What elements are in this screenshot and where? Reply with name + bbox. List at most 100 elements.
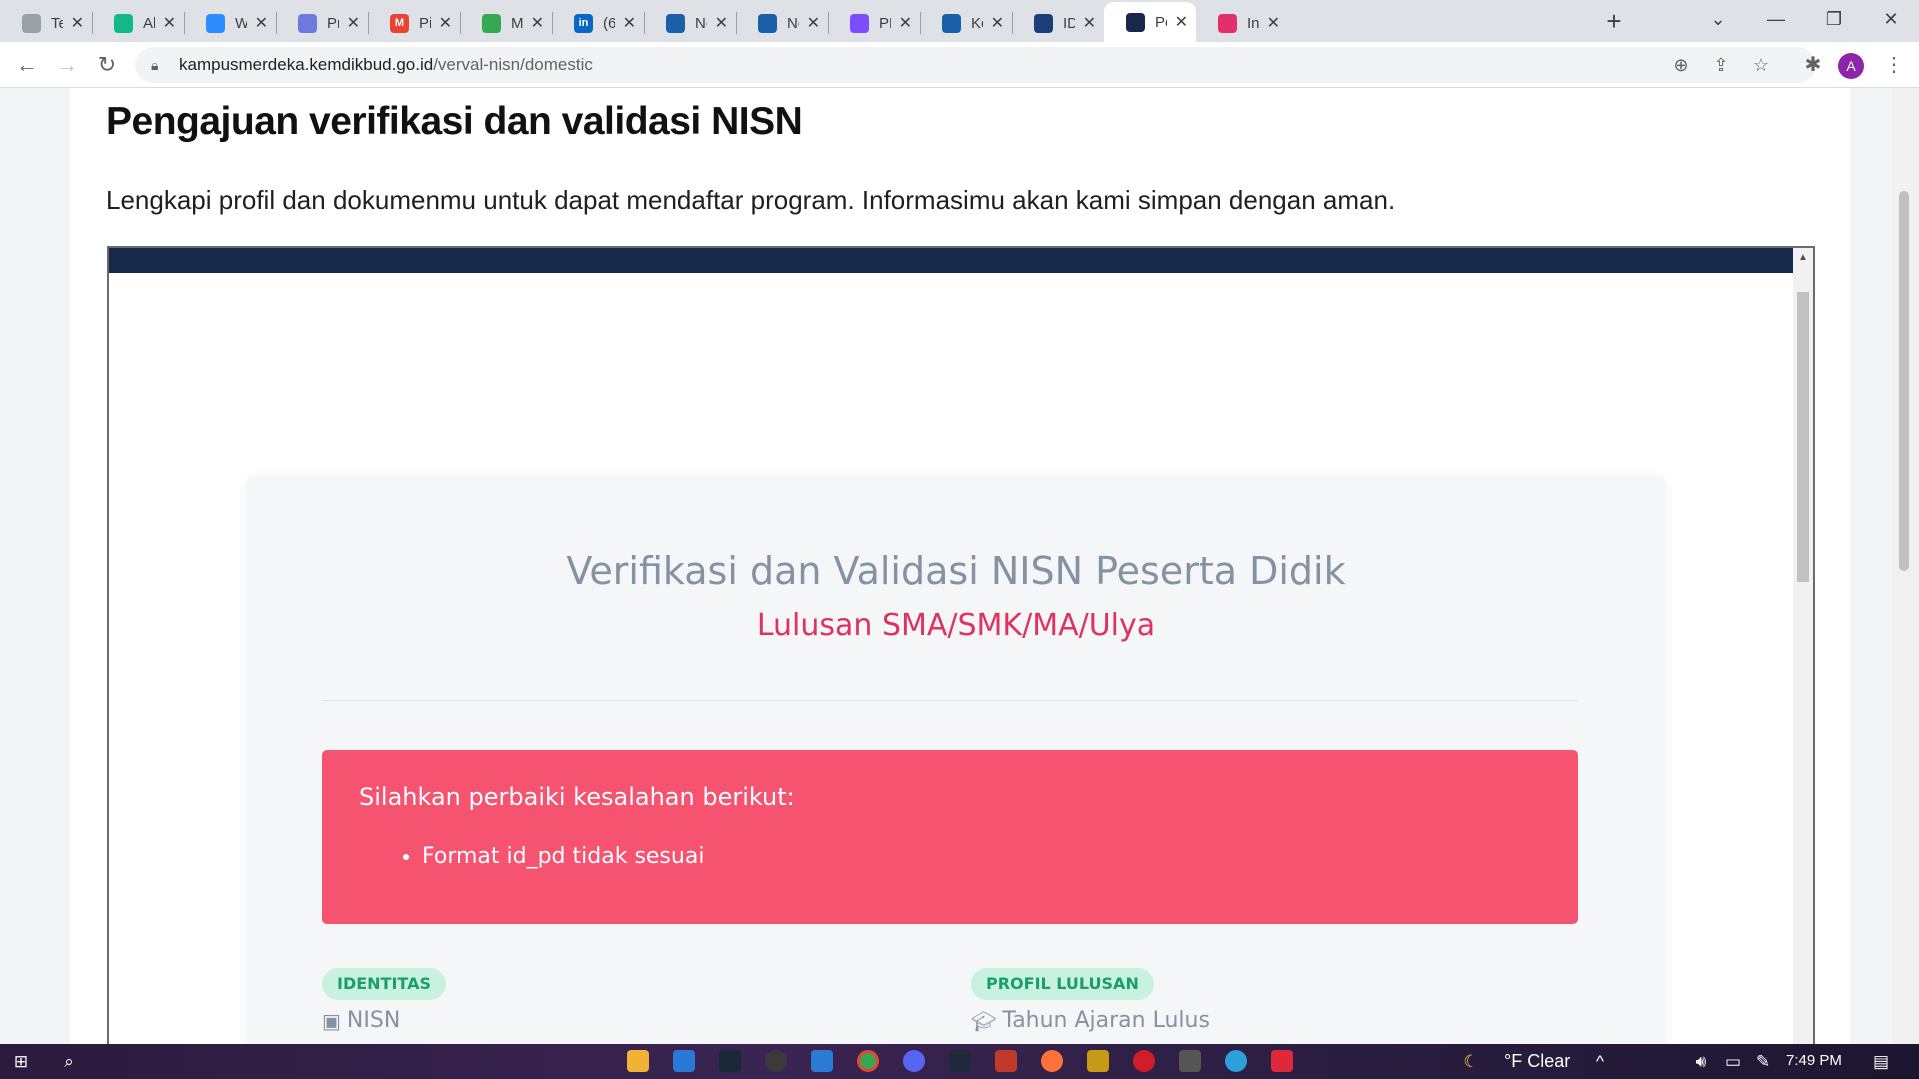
tab-close-icon[interactable]: ✕ xyxy=(991,13,1004,33)
tab-favicon-icon xyxy=(1126,12,1145,32)
back-button[interactable]: ← xyxy=(12,50,42,80)
browser-tab[interactable]: Nom ✕ xyxy=(736,4,828,42)
tab-strip: + ⌄ — ❐ ✕ Teleg ✕ Aku S ✕ Webi ✕ Profi ✕ M Pisah ✕… xyxy=(0,0,1919,42)
page-viewport: Pengajuan verifikasi dan validasi NISN L… xyxy=(0,88,1919,1044)
app-icon[interactable] xyxy=(765,1050,787,1072)
bookmark-star-icon[interactable]: ☆ xyxy=(1746,47,1776,83)
notification-icon[interactable]: ▤ xyxy=(1866,1047,1896,1077)
tab-favicon-icon xyxy=(666,13,685,33)
tab-title: Nom xyxy=(787,14,799,32)
forward-button[interactable]: → xyxy=(52,50,82,80)
weather-text[interactable]: °F Clear xyxy=(1504,1051,1570,1072)
tab-favicon-icon xyxy=(942,13,961,33)
tab-close-icon[interactable]: ✕ xyxy=(71,13,84,33)
nisn-label-text: NISN xyxy=(346,1008,401,1033)
browser-tab[interactable]: Insta ✕ xyxy=(1196,4,1288,42)
iframe-scrollbar-thumb[interactable] xyxy=(1797,292,1809,582)
iframe-scrollbar[interactable]: ▲ xyxy=(1793,248,1813,1044)
moon-weather-icon[interactable]: ☾ xyxy=(1456,1047,1486,1077)
page-scrollbar[interactable] xyxy=(1892,88,1919,1044)
app-icon[interactable] xyxy=(949,1050,971,1072)
verification-iframe[interactable]: ▲ Verifikasi dan Validasi NISN Peserta D… xyxy=(107,246,1815,1044)
tab-title: Webi xyxy=(235,14,247,32)
tab-title: Teleg xyxy=(51,14,63,32)
rockstar-icon[interactable] xyxy=(1087,1050,1109,1072)
vscode-icon[interactable] xyxy=(811,1050,833,1072)
tab-title: Peng xyxy=(1155,13,1167,31)
restore-button[interactable]: ❐ xyxy=(1806,0,1862,40)
tab-close-icon[interactable]: ✕ xyxy=(255,13,268,33)
browser-tab[interactable]: in (6) Fi ✕ xyxy=(552,4,644,42)
badge-profil-lulusan: PROFIL LULUSAN xyxy=(971,968,1154,1000)
browser-tab[interactable]: MOD ✕ xyxy=(460,4,552,42)
browser-tab[interactable]: Profi ✕ xyxy=(276,4,368,42)
tab-close-icon[interactable]: ✕ xyxy=(899,13,912,33)
browser-tab[interactable]: Teleg ✕ xyxy=(0,4,92,42)
tab-close-icon[interactable]: ✕ xyxy=(163,13,176,33)
tab-search-icon[interactable]: ⌄ xyxy=(1690,0,1746,40)
zoom-icon[interactable]: ⊕ xyxy=(1666,47,1696,83)
profile-avatar[interactable]: A xyxy=(1838,53,1864,79)
discord-icon[interactable] xyxy=(903,1050,925,1072)
browser-tab[interactable]: IDClo ✕ xyxy=(1012,4,1104,42)
browser-tab[interactable]: Webi ✕ xyxy=(184,4,276,42)
page-scrollbar-thumb[interactable] xyxy=(1899,191,1909,571)
file-explorer-icon[interactable] xyxy=(627,1050,649,1072)
browser-tab[interactable]: Kont ✕ xyxy=(920,4,1012,42)
tab-title: Pisah xyxy=(419,14,431,32)
new-tab-button[interactable]: + xyxy=(1598,6,1630,38)
opera-icon[interactable] xyxy=(1133,1050,1155,1072)
tab-close-icon[interactable]: ✕ xyxy=(439,13,452,33)
close-window-button[interactable]: ✕ xyxy=(1863,0,1919,40)
reload-button[interactable]: ↻ xyxy=(92,50,122,80)
browser-tab[interactable]: Peng ✕ xyxy=(1104,2,1196,42)
tab-close-icon[interactable]: ✕ xyxy=(1175,12,1188,32)
browser-tab[interactable]: Aku S ✕ xyxy=(92,4,184,42)
lock-icon[interactable]: 🔒︎ xyxy=(151,57,169,74)
search-icon[interactable]: ⌕ xyxy=(54,1047,84,1077)
tab-close-icon[interactable]: ✕ xyxy=(623,13,636,33)
browser-tab[interactable]: M Pisah ✕ xyxy=(368,4,460,42)
chevron-up-icon[interactable]: ^ xyxy=(1585,1047,1615,1077)
app-icon[interactable] xyxy=(1179,1050,1201,1072)
tab-title: MOD xyxy=(511,14,523,32)
telegram-icon[interactable] xyxy=(1225,1050,1247,1072)
windows-taskbar: ⊞ ⌕ ☾ °F Clear ^ 🔊︎ ▭ ✎ 7:49 PM ▤ xyxy=(0,1044,1919,1079)
browser-toolbar: ← → ↻ 🔒︎ kampusmerdeka.kemdikbud.go.id/v… xyxy=(0,42,1919,88)
tab-close-icon[interactable]: ✕ xyxy=(715,13,728,33)
extensions-icon[interactable]: ✱ xyxy=(1798,50,1828,80)
pen-icon[interactable]: ✎ xyxy=(1748,1047,1778,1077)
minimize-button[interactable]: — xyxy=(1748,0,1804,40)
nisn-label: ▣ NISN xyxy=(322,1008,400,1033)
tab-favicon-icon xyxy=(114,13,133,33)
url-host: kampusmerdeka.kemdikbud.go.id xyxy=(179,55,434,74)
firefox-icon[interactable] xyxy=(1041,1050,1063,1072)
tab-favicon-icon xyxy=(206,13,225,33)
tab-favicon-icon xyxy=(482,13,501,33)
share-icon[interactable]: ⇪ xyxy=(1706,47,1736,83)
app-icon[interactable] xyxy=(1271,1050,1293,1072)
app-icon[interactable] xyxy=(995,1050,1017,1072)
tab-close-icon[interactable]: ✕ xyxy=(531,13,544,33)
scroll-up-icon[interactable]: ▲ xyxy=(1793,252,1813,263)
browser-tab[interactable]: PDDI ✕ xyxy=(828,4,920,42)
browser-tab[interactable]: Nom ✕ xyxy=(644,4,736,42)
steam-icon[interactable] xyxy=(719,1050,741,1072)
address-bar[interactable]: 🔒︎ kampusmerdeka.kemdikbud.go.id/verval-… xyxy=(135,47,1816,83)
tab-title: Kont xyxy=(971,14,983,32)
tab-close-icon[interactable]: ✕ xyxy=(807,13,820,33)
tab-close-icon[interactable]: ✕ xyxy=(1083,13,1096,33)
mail-icon[interactable] xyxy=(673,1050,695,1072)
network-icon[interactable]: ▭ xyxy=(1718,1047,1748,1077)
chrome-icon[interactable] xyxy=(857,1050,879,1072)
tab-close-icon[interactable]: ✕ xyxy=(347,13,360,33)
tab-title: Nom xyxy=(695,14,707,32)
clock-time[interactable]: 7:49 PM xyxy=(1786,1052,1842,1069)
volume-icon[interactable]: 🔊︎ xyxy=(1686,1047,1716,1077)
error-alert: Silahkan perbaiki kesalahan berikut: For… xyxy=(322,750,1578,924)
tab-favicon-icon: in xyxy=(574,13,593,33)
chrome-menu-icon[interactable]: ⋮ xyxy=(1879,50,1909,80)
windows-start-icon[interactable]: ⊞ xyxy=(6,1047,36,1077)
tab-title: (6) Fi xyxy=(603,14,615,32)
tab-close-icon[interactable]: ✕ xyxy=(1267,13,1280,33)
